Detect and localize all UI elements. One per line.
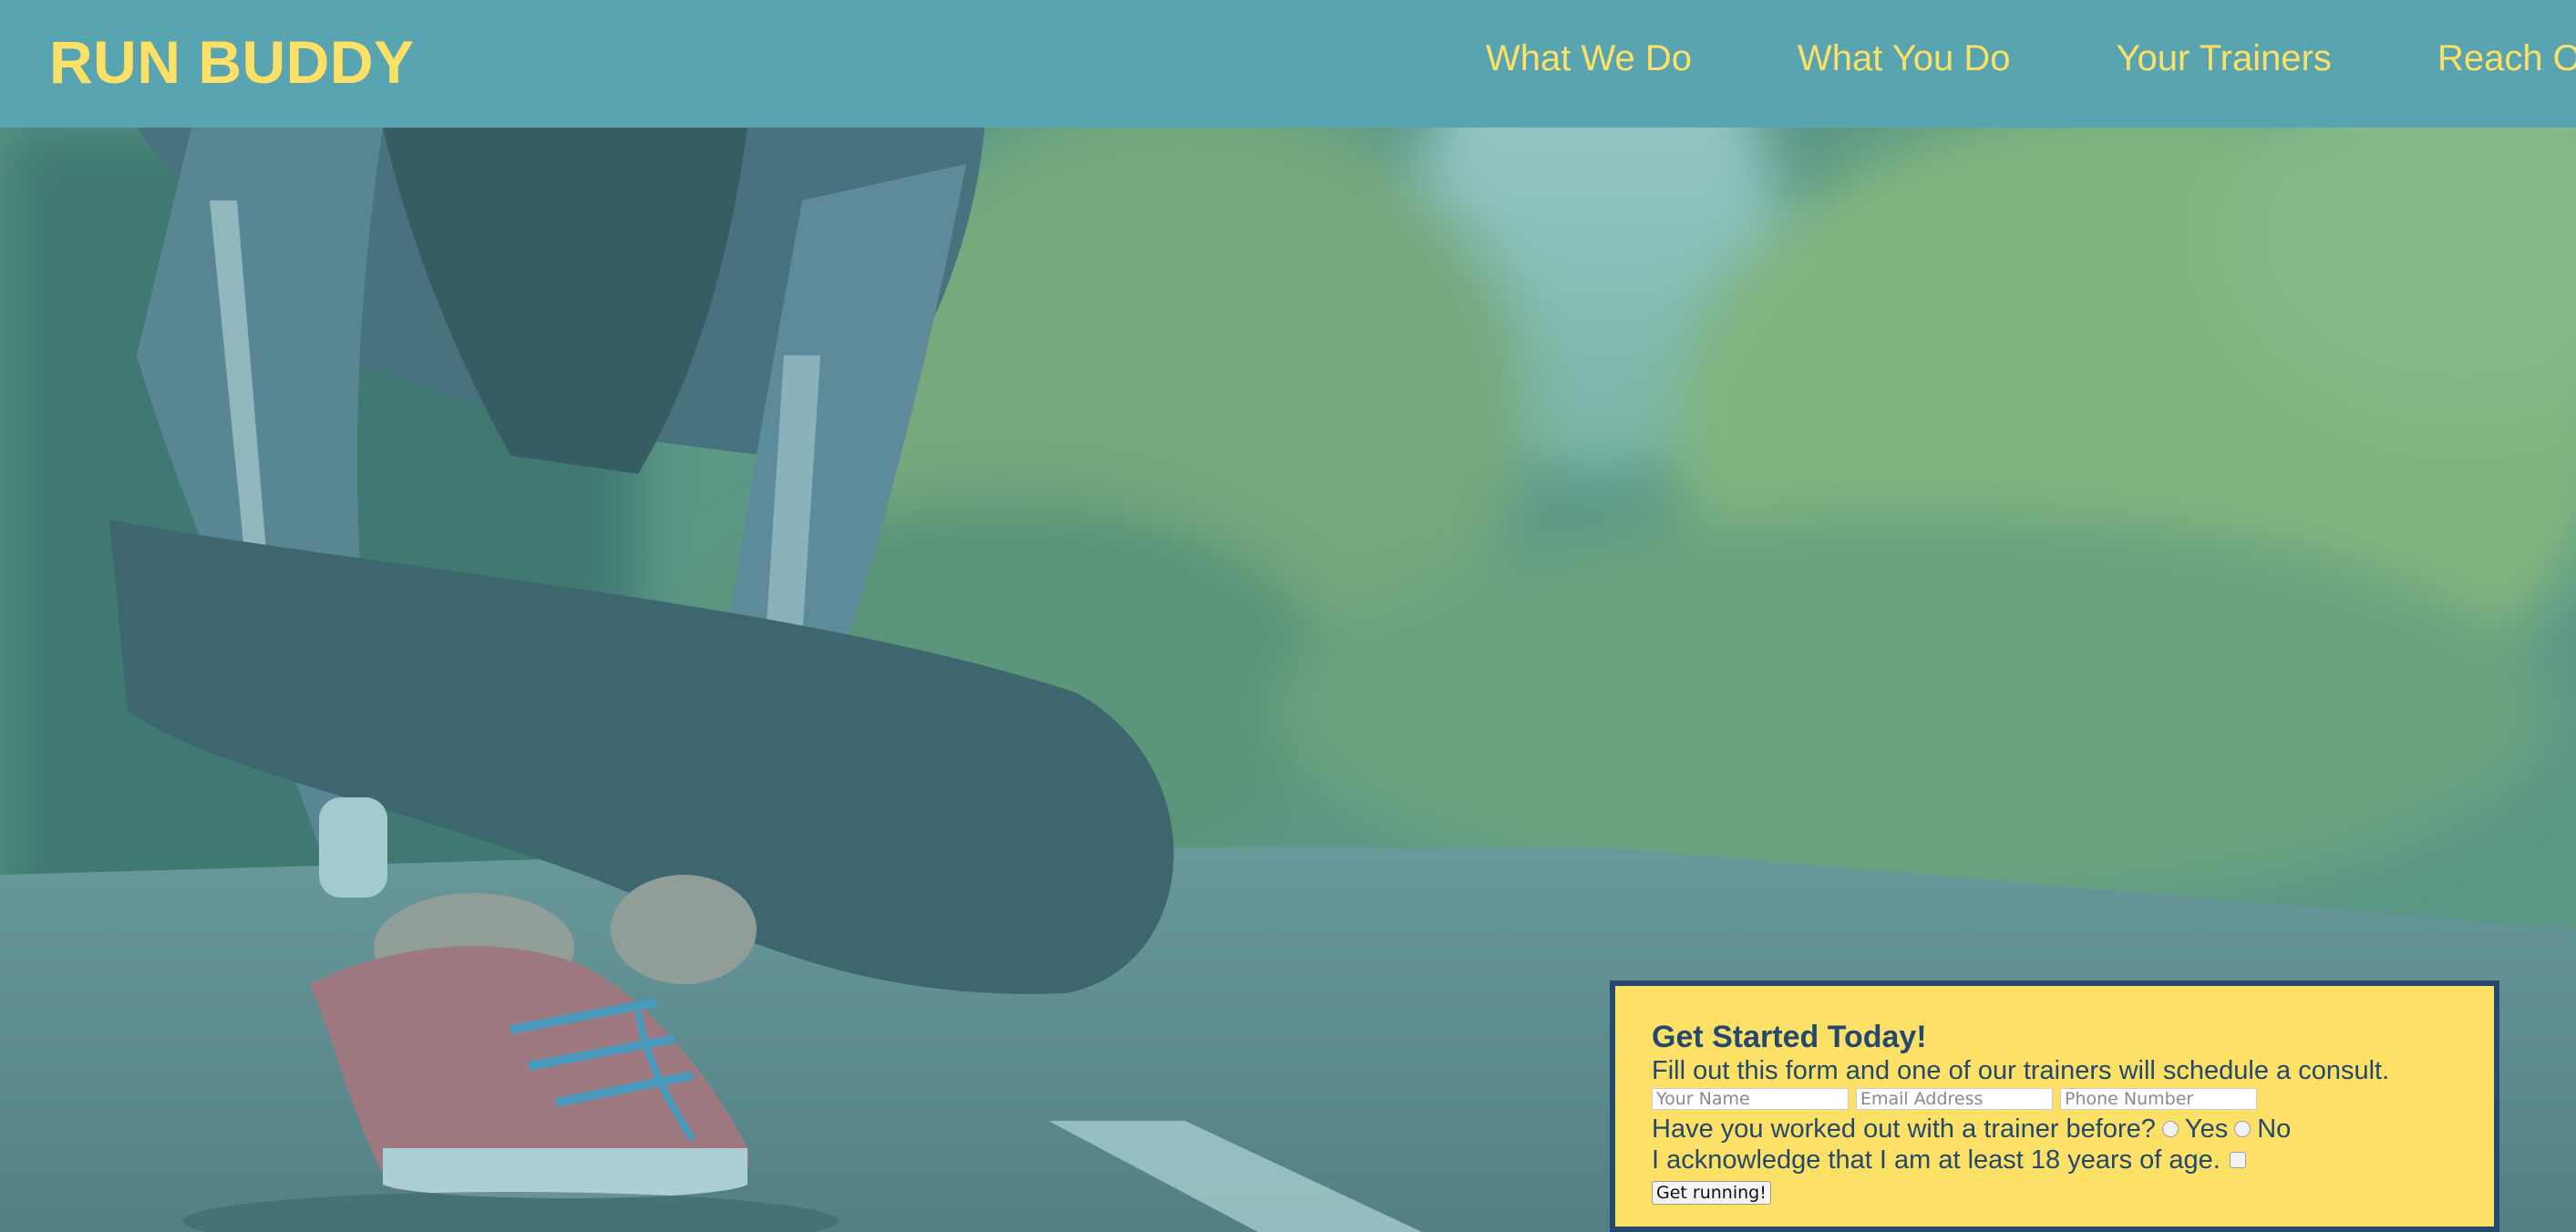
radio-no[interactable] xyxy=(2234,1121,2251,1137)
email-input[interactable] xyxy=(1856,1088,2053,1110)
age-ack-checkbox[interactable] xyxy=(2229,1152,2246,1168)
trainer-question-row: Have you worked out with a trainer befor… xyxy=(1652,1114,2494,1145)
phone-input[interactable] xyxy=(2060,1088,2257,1110)
contact-fields xyxy=(1652,1088,2494,1114)
trainer-question-label: Have you worked out with a trainer befor… xyxy=(1652,1114,2156,1144)
nav-link-what-you-do[interactable]: What You Do xyxy=(1798,35,2011,82)
form-title: Get Started Today! xyxy=(1652,1020,1927,1054)
nav-link-your-trainers[interactable]: Your Trainers xyxy=(2117,35,2332,82)
submit-button[interactable]: Get running! xyxy=(1652,1181,1771,1205)
site-logo[interactable]: RUN BUDDY xyxy=(49,26,415,98)
hero-section: Get Started Today! Fill out this form an… xyxy=(0,128,2576,1232)
site-header: RUN BUDDY What We Do What You Do Your Tr… xyxy=(0,0,2576,128)
page: RUN BUDDY What We Do What You Do Your Tr… xyxy=(0,0,2576,1232)
nav-link-reach-out[interactable]: Reach Out xyxy=(2437,35,2576,82)
radio-yes-label: Yes xyxy=(2184,1114,2229,1144)
name-input[interactable] xyxy=(1652,1088,1849,1110)
age-ack-row: I acknowledge that I am at least 18 year… xyxy=(1652,1145,2494,1176)
consult-form: Get Started Today! Fill out this form an… xyxy=(1610,980,2499,1232)
nav-link-what-we-do[interactable]: What We Do xyxy=(1486,35,1692,82)
main-nav: What We Do What You Do Your Trainers Rea… xyxy=(1486,35,2576,82)
radio-no-label: No xyxy=(2257,1114,2292,1144)
form-description: Fill out this form and one of our traine… xyxy=(1652,1056,2390,1085)
age-ack-label: I acknowledge that I am at least 18 year… xyxy=(1652,1145,2221,1175)
radio-yes[interactable] xyxy=(2161,1121,2179,1137)
